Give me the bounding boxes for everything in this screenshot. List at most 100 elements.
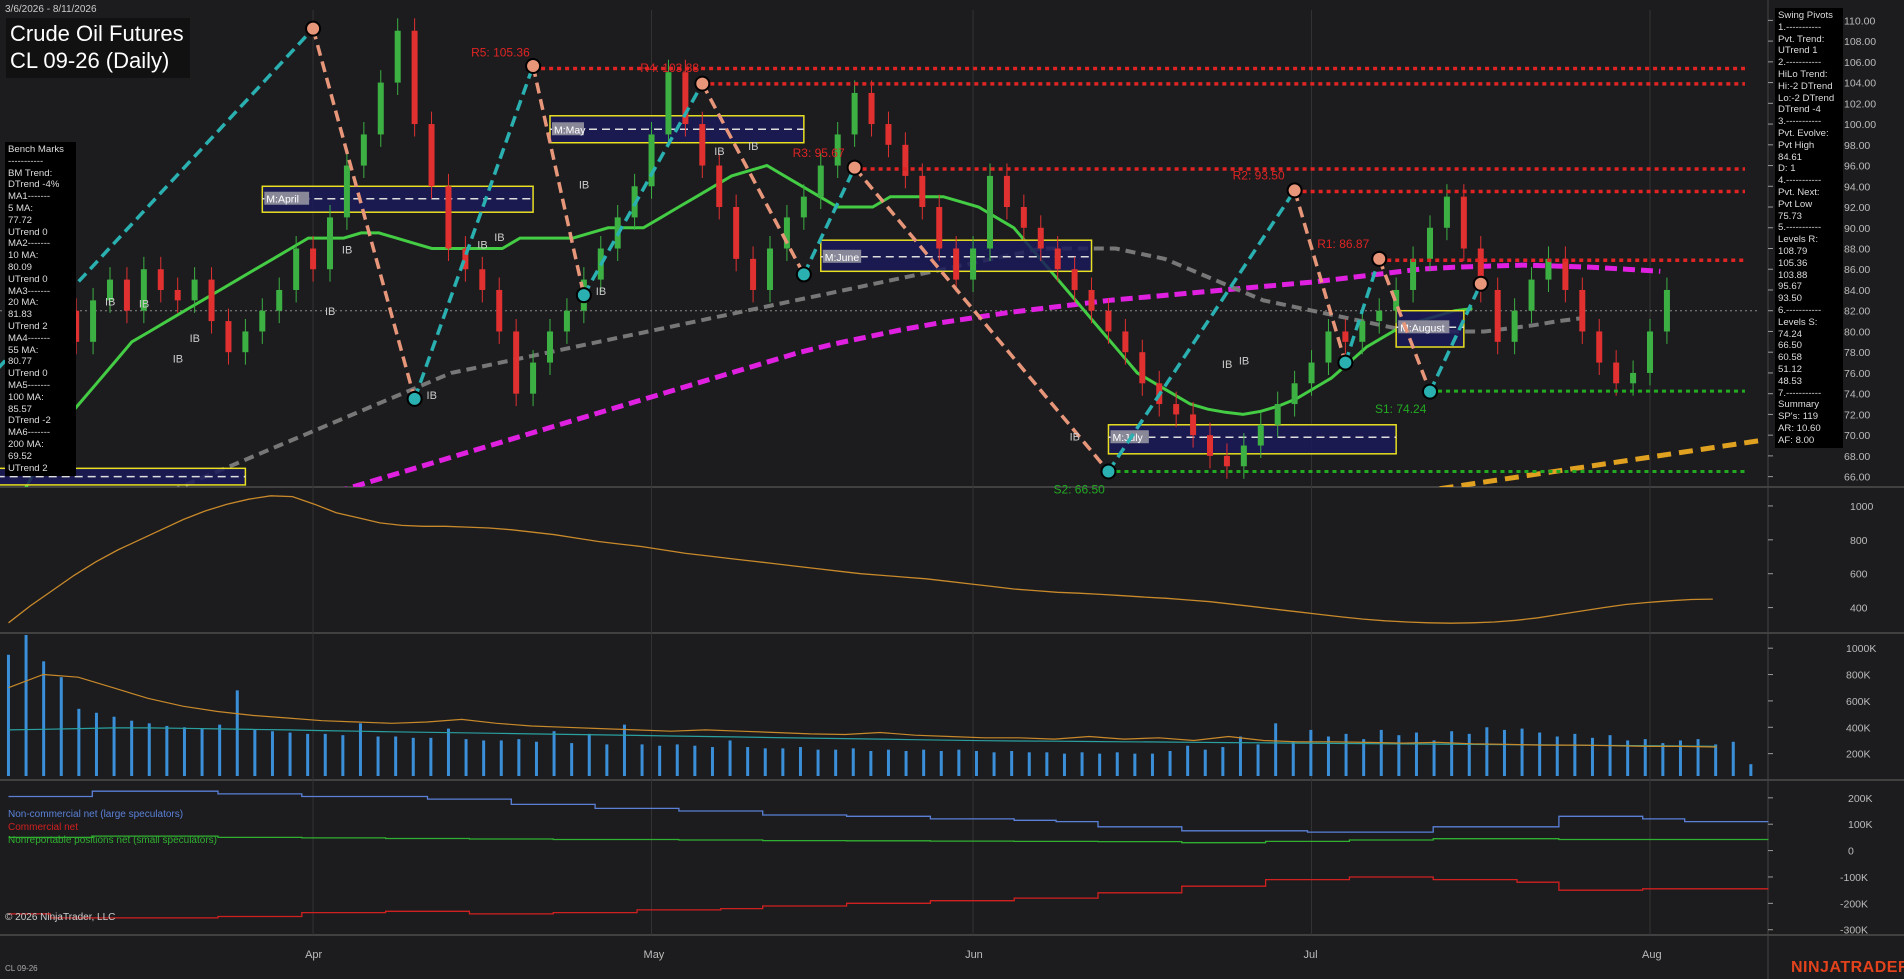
swing-pivots-line: 2.----------- bbox=[1778, 57, 1822, 69]
legend-commercial: Commercial net bbox=[8, 822, 79, 833]
volume-bar bbox=[781, 748, 785, 776]
inside-bar-label: IB bbox=[494, 232, 504, 244]
volume-bar bbox=[605, 744, 609, 776]
osc-axis-label: 600 bbox=[1850, 569, 1868, 581]
candle-body bbox=[1647, 331, 1653, 373]
candle-body bbox=[800, 196, 807, 218]
candle-body bbox=[1511, 310, 1518, 342]
candle-body bbox=[1240, 445, 1247, 467]
candle-body bbox=[242, 331, 249, 353]
bench-marks-line: 81.83 bbox=[8, 309, 33, 321]
ma55-line bbox=[175, 246, 1584, 487]
volume-bar bbox=[24, 635, 28, 776]
volume-bar bbox=[165, 725, 169, 776]
candle-body bbox=[1596, 331, 1603, 363]
inside-bar-label: IB bbox=[748, 141, 758, 153]
candle-body bbox=[987, 175, 993, 249]
volume-bar bbox=[1450, 731, 1454, 776]
swing-pivots-line: Pvt High bbox=[1778, 139, 1815, 151]
support-label: S2: 66.50 bbox=[1053, 482, 1105, 496]
legend-nonreportable: Nonreportable positions net (small specu… bbox=[8, 835, 217, 846]
vol-axis-label: 400K bbox=[1846, 722, 1871, 734]
candle-body bbox=[1274, 404, 1281, 425]
bench-marks-line: 69.52 bbox=[8, 450, 33, 462]
bench-marks-line: MA3------- bbox=[8, 285, 51, 297]
contract-subtitle: CL 09-26 (Daily) bbox=[10, 48, 170, 73]
volume-bar bbox=[728, 740, 732, 776]
candle-body bbox=[547, 331, 553, 363]
volume-bar bbox=[904, 751, 908, 776]
swing-leg bbox=[531, 65, 586, 296]
volume-bar bbox=[77, 708, 81, 776]
candle-body bbox=[327, 217, 333, 270]
month-box-label: M:May bbox=[554, 124, 586, 136]
volume-bar bbox=[834, 749, 838, 776]
candle-body bbox=[1494, 289, 1501, 342]
swing-pivot-marker bbox=[1286, 182, 1303, 199]
osc-axis-label: 1000 bbox=[1850, 501, 1874, 513]
volume-bar bbox=[112, 716, 116, 776]
swing-pivots-line: Levels S: bbox=[1778, 316, 1818, 328]
candle-body bbox=[1207, 435, 1213, 456]
bench-marks-line: Bench Marks bbox=[8, 144, 64, 155]
resistance-label: R4: 103.88 bbox=[640, 61, 699, 75]
bench-marks-line: BM Trend: bbox=[8, 167, 53, 179]
swing-pivots-line: 95.67 bbox=[1778, 281, 1803, 293]
volume-bar bbox=[570, 743, 574, 776]
candle-body bbox=[783, 217, 790, 249]
inside-bar-label: IB bbox=[1222, 359, 1232, 371]
inside-bar-label: IB bbox=[342, 245, 352, 257]
volume-bar bbox=[710, 747, 714, 776]
volume-bar bbox=[1010, 751, 1014, 776]
copyright-label: © 2026 NinjaTrader, LLC bbox=[5, 912, 116, 923]
inside-bar-label: IB bbox=[190, 333, 200, 345]
volume-bar bbox=[658, 745, 662, 776]
volume-bar bbox=[429, 737, 433, 776]
volume-bar bbox=[1661, 743, 1665, 776]
volume-bar bbox=[1080, 752, 1084, 776]
candle-body bbox=[1460, 196, 1467, 249]
volume-bar bbox=[816, 749, 820, 776]
volume-bar bbox=[1256, 744, 1260, 776]
swing-pivots-line: 93.50 bbox=[1778, 293, 1803, 305]
volume-bar bbox=[323, 733, 327, 776]
candle-body bbox=[174, 289, 181, 301]
price-axis-label: 66.00 bbox=[1844, 472, 1870, 484]
month-box-label: M:April bbox=[266, 194, 299, 206]
volume-bar bbox=[94, 712, 98, 776]
candle-body bbox=[293, 248, 300, 290]
volume-bar bbox=[1538, 732, 1542, 776]
candle-body bbox=[1427, 227, 1433, 259]
volume-bar bbox=[1643, 739, 1647, 776]
bench-marks-line: MA2------- bbox=[8, 238, 51, 250]
candle-body bbox=[716, 165, 723, 208]
bench-marks-line: UTrend 0 bbox=[8, 368, 48, 380]
candle-body bbox=[970, 248, 977, 280]
candle-body bbox=[276, 289, 283, 311]
x-tick-label: May bbox=[644, 949, 665, 961]
resistance-label: R2: 93.50 bbox=[1233, 168, 1285, 182]
swing-pivots-line: 74.24 bbox=[1778, 328, 1803, 340]
swing-pivot-marker bbox=[1371, 250, 1388, 267]
chart-title-box: Crude Oil Futures CL 09-26 (Daily) bbox=[6, 18, 190, 78]
volume-bar bbox=[1714, 744, 1718, 776]
volume-bar bbox=[147, 723, 151, 776]
oscillator-line bbox=[8, 495, 1713, 624]
support-label: S1: 74.24 bbox=[1375, 402, 1427, 416]
volume-bar bbox=[587, 733, 591, 776]
swing-pivots-line: 66.50 bbox=[1778, 340, 1803, 352]
candle-body bbox=[1105, 310, 1112, 332]
vol-axis-label: 200K bbox=[1846, 749, 1871, 761]
candle-body bbox=[530, 362, 537, 394]
symbol-label: CL 09-26 bbox=[5, 964, 38, 973]
swing-pivots-line: HiLo Trend: bbox=[1778, 68, 1828, 80]
swing-pivot-marker bbox=[406, 390, 423, 407]
swing-pivots-line: 60.58 bbox=[1778, 352, 1803, 364]
candle-body bbox=[1173, 404, 1180, 415]
vol-axis-label: 1000K bbox=[1846, 643, 1876, 655]
candle-body bbox=[1291, 383, 1298, 405]
bench-marks-line: 5 MA: bbox=[8, 202, 34, 214]
x-tick-label: Jun bbox=[965, 949, 983, 961]
price-axis-label: 86.00 bbox=[1844, 264, 1870, 276]
swing-pivots-line: 108.79 bbox=[1778, 245, 1808, 257]
